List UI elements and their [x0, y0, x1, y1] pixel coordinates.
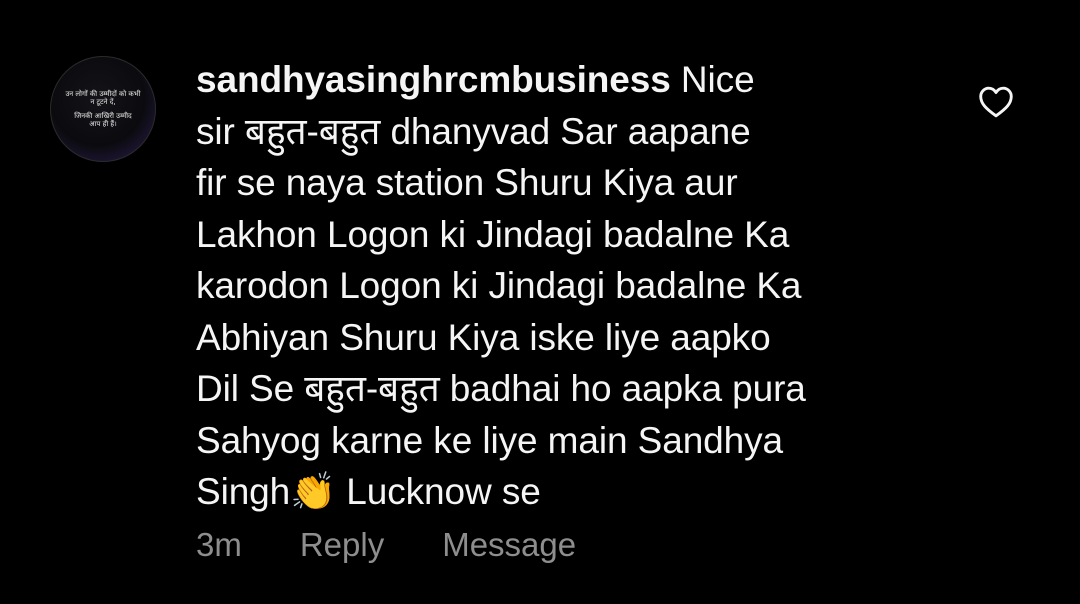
comment-meta: 3m Reply Message	[196, 526, 634, 564]
reply-button[interactable]: Reply	[300, 526, 384, 564]
comment-line: Dil Se बहुत-बहुत badhai ho aapka pura	[196, 368, 806, 409]
comment-line: Abhiyan Shuru Kiya iske liye aapko	[196, 316, 771, 358]
avatar[interactable]: उन लोगों की उम्मीदों को कभी न टूटने दें,…	[50, 56, 156, 162]
comment-line: sir बहुत-बहुत dhanyvad Sar aapane	[196, 110, 751, 152]
comment-line-text: Singh	[196, 471, 291, 512]
comment-timestamp: 3m	[196, 526, 242, 563]
comment-username[interactable]: sandhyasinghrcmbusiness	[196, 59, 671, 100]
comment-item: उन लोगों की उम्मीदों को कभी न टूटने दें,…	[0, 0, 1080, 604]
comment-line: karodon Logon ki Jindagi badalne Ka	[196, 265, 802, 306]
heart-outline-icon[interactable]	[978, 86, 1014, 118]
comment-text: sandhyasinghrcmbusiness Nice sir बहुत-बह…	[196, 54, 956, 518]
comment-line: Singh👏 Lucknow se	[196, 466, 956, 518]
comment-line: Lakhon Logon ki Jindagi badalne Ka	[196, 213, 790, 255]
comment-line-text: Lucknow se	[336, 471, 541, 512]
avatar-quote-line: आप ही हैं।	[89, 120, 117, 128]
comment-line-text: Nice	[670, 59, 755, 100]
clapping-hands-emoji: 👏	[290, 470, 337, 513]
comment-line: Sahyog karne ke liye main Sandhya	[196, 419, 784, 461]
avatar-quote-line: न टूटने दें,	[90, 98, 116, 106]
comment-line: fir se naya station Shuru Kiya aur	[196, 162, 738, 203]
comment-line: sandhyasinghrcmbusiness Nice	[196, 54, 956, 106]
message-button[interactable]: Message	[442, 526, 576, 564]
